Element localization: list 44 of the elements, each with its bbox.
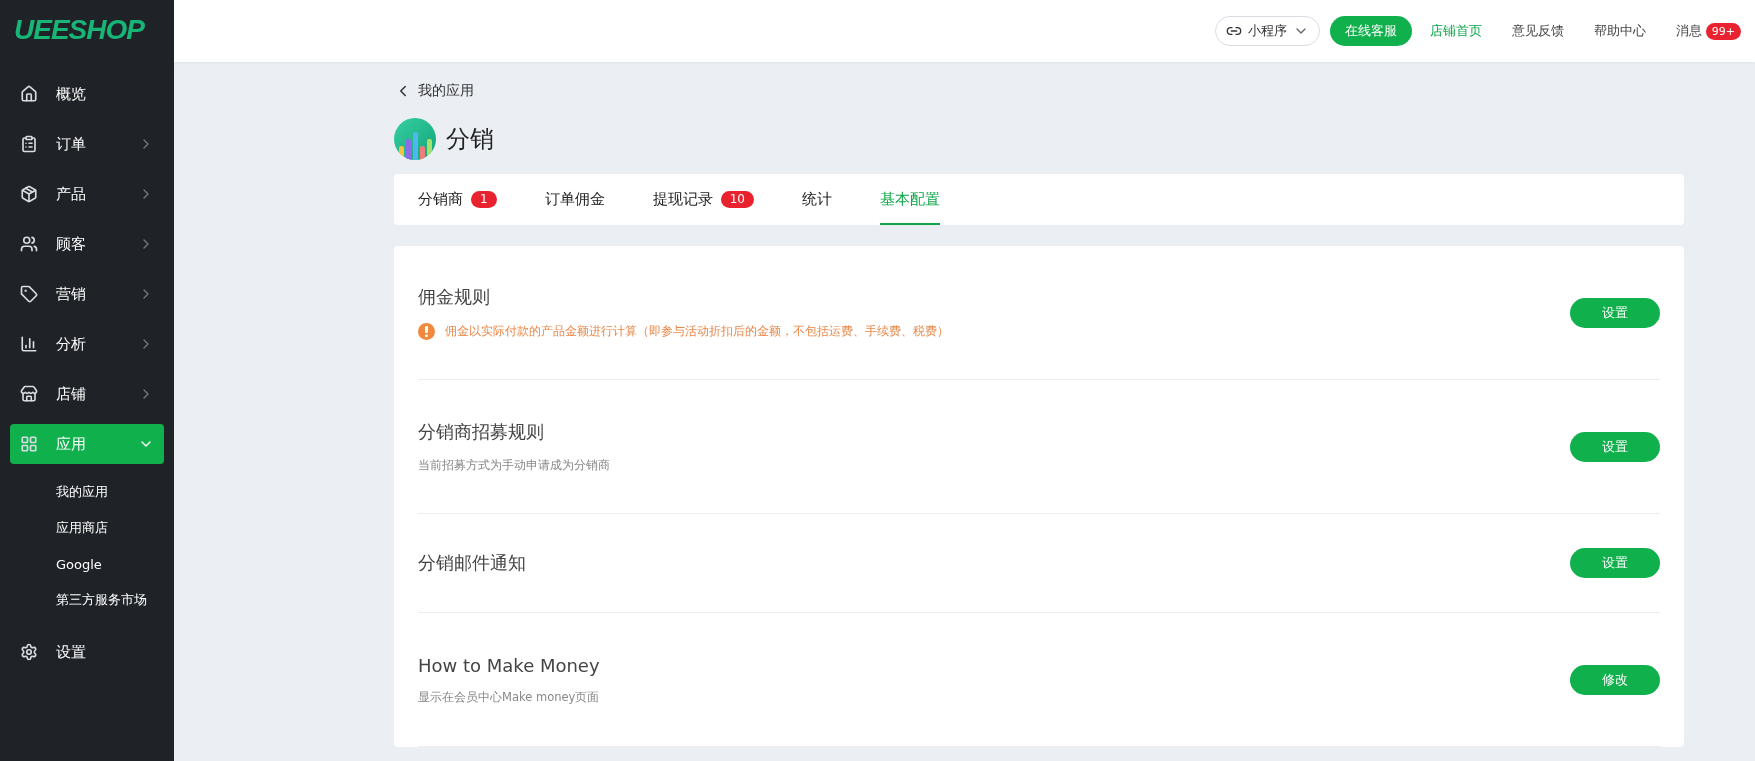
sidebar-subitem[interactable]: 第三方服务市场 <box>56 591 147 609</box>
sidebar-item[interactable]: 店铺 <box>10 374 164 414</box>
logo[interactable]: UEESHOP <box>0 0 174 60</box>
tab[interactable]: 提现记录 10 <box>652 174 754 225</box>
tag-icon <box>20 285 38 303</box>
setting-description: 当前招募方式为手动申请成为分销商 <box>418 458 610 473</box>
setting-title: How to Make Money <box>418 654 600 676</box>
sidebar-subitem[interactable]: 我的应用 <box>56 483 108 501</box>
count-badge: 10 <box>720 191 754 208</box>
users-icon <box>20 235 38 253</box>
count-badge: 1 <box>471 191 497 208</box>
count-badge: 99+ <box>1705 22 1741 40</box>
box-icon <box>20 185 38 203</box>
clipboard-icon <box>20 135 38 153</box>
warning-icon <box>418 323 435 340</box>
home-icon <box>20 85 38 103</box>
setting-title: 分销邮件通知 <box>418 551 526 575</box>
top-link[interactable]: 意见反馈 <box>1511 22 1564 40</box>
sidebar-subitem[interactable]: 应用商店 <box>56 519 108 537</box>
bar-chart-icon <box>20 335 38 353</box>
sidebar-item[interactable]: 概览 <box>10 74 164 114</box>
sidebar-item[interactable]: 营销 <box>10 274 164 314</box>
sidebar-item[interactable]: 产品 <box>10 174 164 214</box>
sidebar-item[interactable]: 订单 <box>10 124 164 164</box>
app-icon <box>394 118 436 160</box>
setting-title: 分销商招募规则 <box>418 420 545 444</box>
top-link[interactable]: 帮助中心 <box>1593 22 1646 40</box>
mini-program-dropdown[interactable]: 小程序 <box>1214 16 1320 46</box>
tab[interactable]: 分销商 1 <box>418 174 497 225</box>
settings-icon <box>20 643 38 661</box>
sidebar-subitem[interactable]: Google <box>56 556 102 572</box>
tab[interactable]: 统计 <box>801 174 832 225</box>
sidebar-item[interactable]: 顾客 <box>10 224 164 264</box>
store-icon <box>20 385 38 403</box>
sidebar-item[interactable]: 分析 <box>10 324 164 364</box>
grid-icon <box>20 435 38 453</box>
setting-description: 显示在会员中心Make money页面 <box>418 689 600 705</box>
setting-title: 佣金规则 <box>418 285 491 309</box>
messages-link[interactable]: 消息 <box>1675 22 1702 40</box>
sidebar-item[interactable]: 设置 <box>10 632 164 672</box>
tab[interactable]: 订单佣金 <box>544 174 605 225</box>
breadcrumb-link[interactable]: 我的应用 <box>418 82 474 100</box>
setting-description: 佣金以实际付款的产品金额进行计算（即参与活动折扣后的金额，不包括运费、手续费、税费） <box>445 324 949 339</box>
app-title: 分销 <box>446 124 494 155</box>
